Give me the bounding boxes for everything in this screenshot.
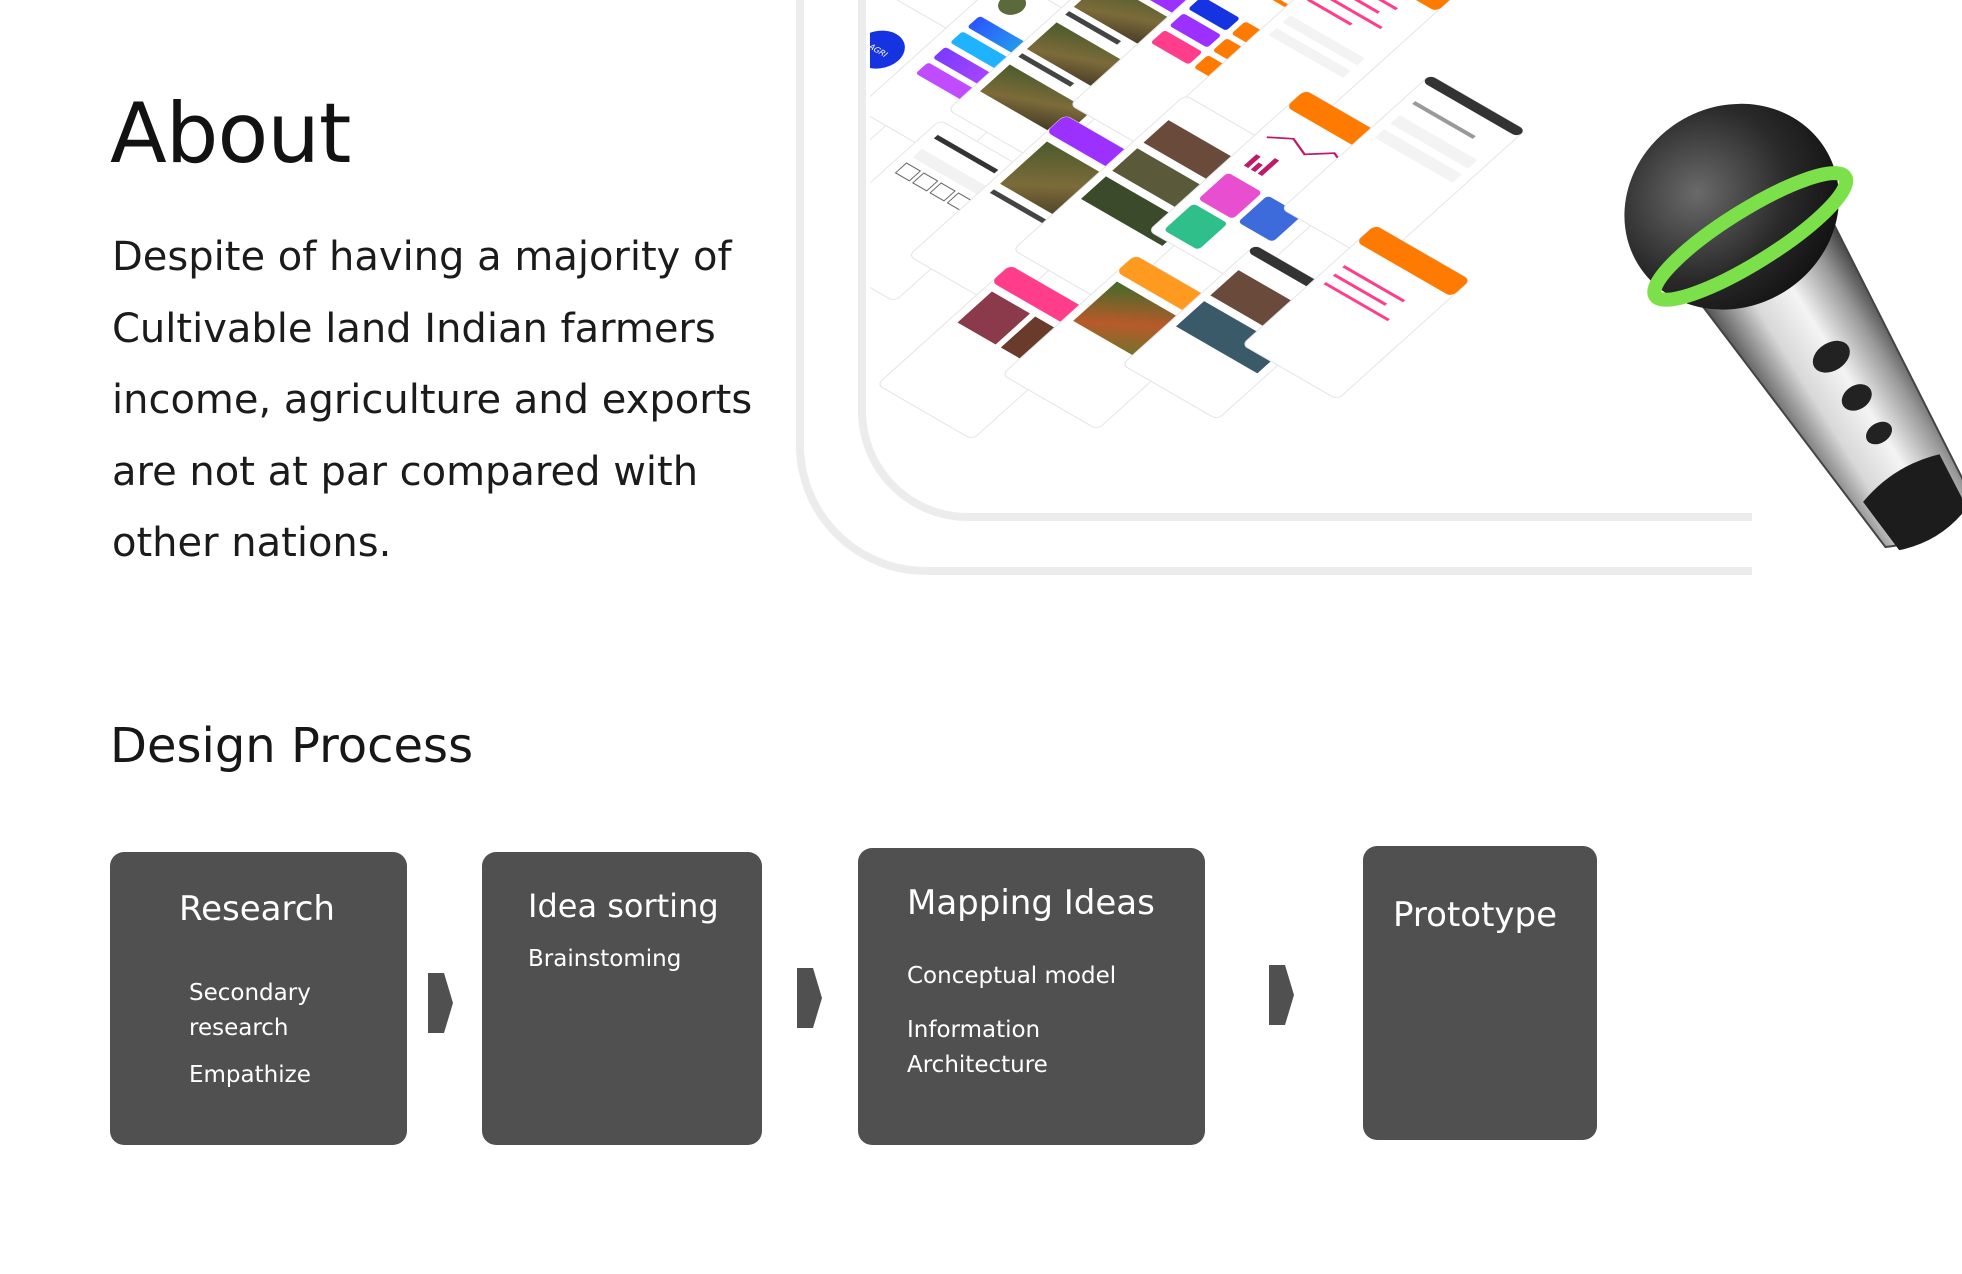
step-item: Information Architecture — [907, 1017, 1048, 1078]
design-process-title: Design Process — [110, 718, 474, 774]
process-step-mapping-ideas: Mapping Ideas Conceptual model Informati… — [858, 848, 1205, 1145]
chevron-right-icon — [1269, 965, 1294, 1025]
process-step-idea-sorting: Idea sorting Brainstoming — [482, 852, 762, 1145]
step-item: Brainstoming — [528, 946, 682, 972]
app-screens-mockup: AGRI — [870, 0, 1523, 438]
device-illustration — [1624, 103, 1962, 551]
process-step-prototype: Prototype — [1363, 846, 1597, 1140]
step-title: Idea sorting — [528, 887, 719, 925]
step-title: Prototype — [1393, 895, 1558, 935]
chevron-right-icon — [428, 973, 453, 1033]
about-description: Despite of having a majority of Cultivab… — [112, 234, 753, 566]
step-item: Secondary research — [189, 980, 311, 1041]
step-title: Research — [179, 889, 335, 929]
chevron-right-icon — [797, 968, 822, 1028]
step-item: Conceptual model — [907, 963, 1117, 989]
about-title: About — [110, 85, 351, 182]
step-item: Empathize — [189, 1062, 311, 1088]
step-title: Mapping Ideas — [907, 883, 1155, 923]
process-step-research: Research Secondary research Empathize — [110, 852, 407, 1145]
